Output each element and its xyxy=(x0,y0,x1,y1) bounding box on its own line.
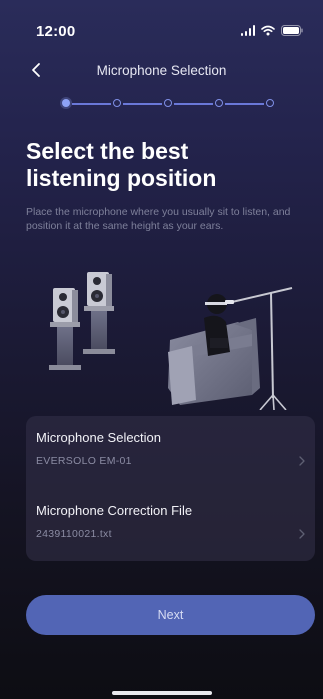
progress-stepper xyxy=(60,96,274,112)
microphone-selection-row[interactable]: Microphone Selection EVERSOLO EM-01 xyxy=(26,416,315,484)
stepper-step-3 xyxy=(164,99,172,107)
chevron-right-icon xyxy=(299,529,305,539)
wifi-icon xyxy=(261,25,275,36)
stepper-step-2 xyxy=(113,99,121,107)
microphone-selection-value: EVERSOLO EM-01 xyxy=(36,455,132,467)
microphone-selection-screen: 12:00 Microphone Selection Select the be… xyxy=(0,0,323,699)
heading-line-1: Select the best xyxy=(26,138,189,164)
stepper-step-4 xyxy=(215,99,223,107)
stepper-connector xyxy=(225,103,264,105)
stepper-step-1-current xyxy=(62,99,70,107)
instructions-text: Place the microphone where you usually s… xyxy=(26,206,291,232)
microphone-correction-file-value: 2439110021.txt xyxy=(36,528,112,540)
next-button[interactable]: Next xyxy=(26,595,315,635)
speaker-left xyxy=(49,288,81,370)
listening-position-illustration xyxy=(49,272,293,410)
microphone-correction-file-label: Microphone Correction File xyxy=(36,503,193,518)
microphone-correction-file-row[interactable]: Microphone Correction File 2439110021.tx… xyxy=(26,489,315,557)
page-title: Microphone Selection xyxy=(96,63,227,78)
stepper-connector xyxy=(174,103,213,105)
chevron-right-icon xyxy=(299,456,305,466)
status-icons xyxy=(240,25,304,36)
stepper-step-5 xyxy=(266,99,274,107)
nav-bar: Microphone Selection xyxy=(0,56,323,86)
heading: Select the best listening position xyxy=(26,138,306,192)
speaker-right xyxy=(83,272,115,354)
signal-icon xyxy=(240,25,255,36)
status-bar: 12:00 xyxy=(0,0,323,48)
battery-icon xyxy=(281,25,303,36)
stepper-connector xyxy=(72,103,111,105)
status-time: 12:00 xyxy=(36,23,76,40)
stepper-connector xyxy=(123,103,162,105)
heading-line-2: listening position xyxy=(26,165,217,191)
home-indicator[interactable] xyxy=(112,691,212,695)
settings-card: Microphone Selection EVERSOLO EM-01 Micr… xyxy=(26,416,315,561)
microphone-selection-label: Microphone Selection xyxy=(36,430,162,445)
